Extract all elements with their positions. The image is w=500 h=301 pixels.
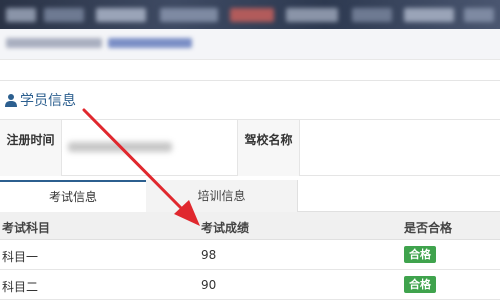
tab-exam-info[interactable]: 考试信息 <box>0 180 146 212</box>
blurred-bookmark <box>286 8 338 22</box>
table-row: 科目一 98 合格 <box>0 240 500 270</box>
blurred-bookmark <box>352 8 392 22</box>
col-pass: 是否合格 <box>404 221 453 235</box>
blurred-bookmark <box>96 8 146 22</box>
blurred-text <box>6 38 102 48</box>
school-value <box>300 120 500 176</box>
blurred-bookmark <box>404 8 454 22</box>
info-row: 注册时间 驾校名称 <box>0 120 500 176</box>
blurred-bookmark <box>160 8 218 22</box>
student-info-header: 学员信息 <box>0 80 500 120</box>
reg-time-value <box>62 120 238 176</box>
tab-bar: 考试信息 培训信息 <box>0 180 500 212</box>
tab-training-info[interactable]: 培训信息 <box>146 180 298 212</box>
blurred-bookmark <box>230 8 274 22</box>
pass-badge: 合格 <box>404 276 436 293</box>
score-cell: 90 <box>201 278 217 292</box>
user-icon <box>5 94 17 107</box>
blurred-bookmark <box>464 8 494 22</box>
subject-cell: 科目一 <box>2 250 39 264</box>
col-subject: 考试科目 <box>2 221 51 235</box>
table-header: 考试科目 考试成绩 是否合格 <box>0 212 500 240</box>
blurred-text <box>108 38 192 48</box>
blurred-bookmark <box>6 8 36 22</box>
score-cell: 98 <box>201 248 217 262</box>
reg-time-label-cell: 注册时间 <box>0 120 62 176</box>
col-score: 考试成绩 <box>201 221 250 235</box>
blurred-value <box>68 142 172 152</box>
spacer <box>0 60 500 80</box>
school-label: 驾校名称 <box>244 133 293 147</box>
pass-badge: 合格 <box>404 246 436 263</box>
subject-cell: 科目二 <box>2 280 39 294</box>
school-label-cell: 驾校名称 <box>238 120 300 176</box>
blurred-bookmark <box>44 8 84 22</box>
section-title: 学员信息 <box>20 93 76 109</box>
reg-time-label: 注册时间 <box>6 133 55 147</box>
blurred-url-bar <box>0 29 500 59</box>
table-row: 科目二 90 合格 <box>0 270 500 300</box>
